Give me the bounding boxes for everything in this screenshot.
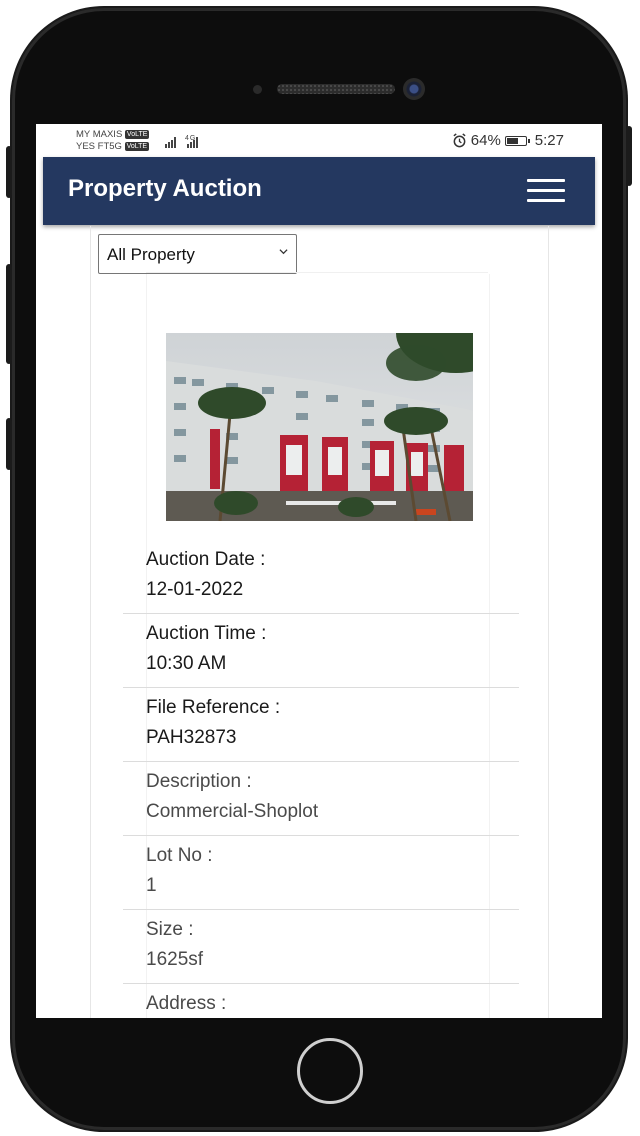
property-type-select[interactable]: All Property [98,234,297,274]
file-reference-label: File Reference : [146,697,281,718]
card-top-border [146,272,488,273]
chevron-down-icon [279,249,288,255]
phone-side-button-left-1 [6,146,12,198]
phone-screen: MY MAXIS VoLTE YES FT5G VoLTE 4G 64% 5:2… [36,124,602,1018]
app-bar: Property Auction [43,157,595,225]
property-type-selected: All Property [107,245,195,264]
file-reference-value: PAH32873 [146,727,237,748]
app-title: Property Auction [68,175,262,202]
alarm-icon [453,133,466,148]
row-divider [123,909,519,910]
row-divider [123,983,519,984]
description-value: Commercial-Shoplot [146,801,319,822]
carrier-name-2: YES FT5G [76,141,122,152]
volte-badge-2: VoLTE [124,141,150,151]
phone-side-button-left-3 [6,418,12,470]
size-value: 1625sf [146,949,204,970]
lot-no-label: Lot No : [146,845,213,866]
phone-side-button-left-2 [6,264,12,364]
volte-badge: VoLTE [124,129,150,139]
hamburger-menu-icon[interactable] [527,179,565,203]
signal-icon: 4G [165,134,215,151]
carrier-info: MY MAXIS VoLTE YES FT5G VoLTE [76,129,150,153]
front-camera-icon [403,78,425,100]
property-photo[interactable] [166,333,473,521]
clock-time: 5:27 [534,132,564,149]
status-right-group: 64% 5:27 [452,132,564,149]
status-bar: MY MAXIS VoLTE YES FT5G VoLTE 4G 64% 5:2… [36,124,602,156]
row-divider [123,835,519,836]
proximity-sensor [253,85,262,94]
battery-level-fill [506,137,518,144]
earpiece-speaker [277,84,395,94]
battery-icon [504,135,530,146]
row-divider [123,761,519,762]
description-label: Description : [146,771,252,792]
auction-time-label: Auction Time : [146,623,267,644]
auction-date-value: 12-01-2022 [146,579,244,600]
row-divider [123,687,519,688]
carrier-name-1: MY MAXIS [76,129,123,140]
phone-side-button-right [626,126,632,186]
home-button[interactable] [297,1038,363,1104]
size-label: Size : [146,919,194,940]
address-label: Address : [146,993,227,1014]
lot-no-value: 1 [146,875,157,896]
auction-date-label: Auction Date : [146,549,266,570]
row-divider [123,613,519,614]
auction-time-value: 10:30 AM [146,653,227,674]
battery-percent: 64% [470,132,501,149]
